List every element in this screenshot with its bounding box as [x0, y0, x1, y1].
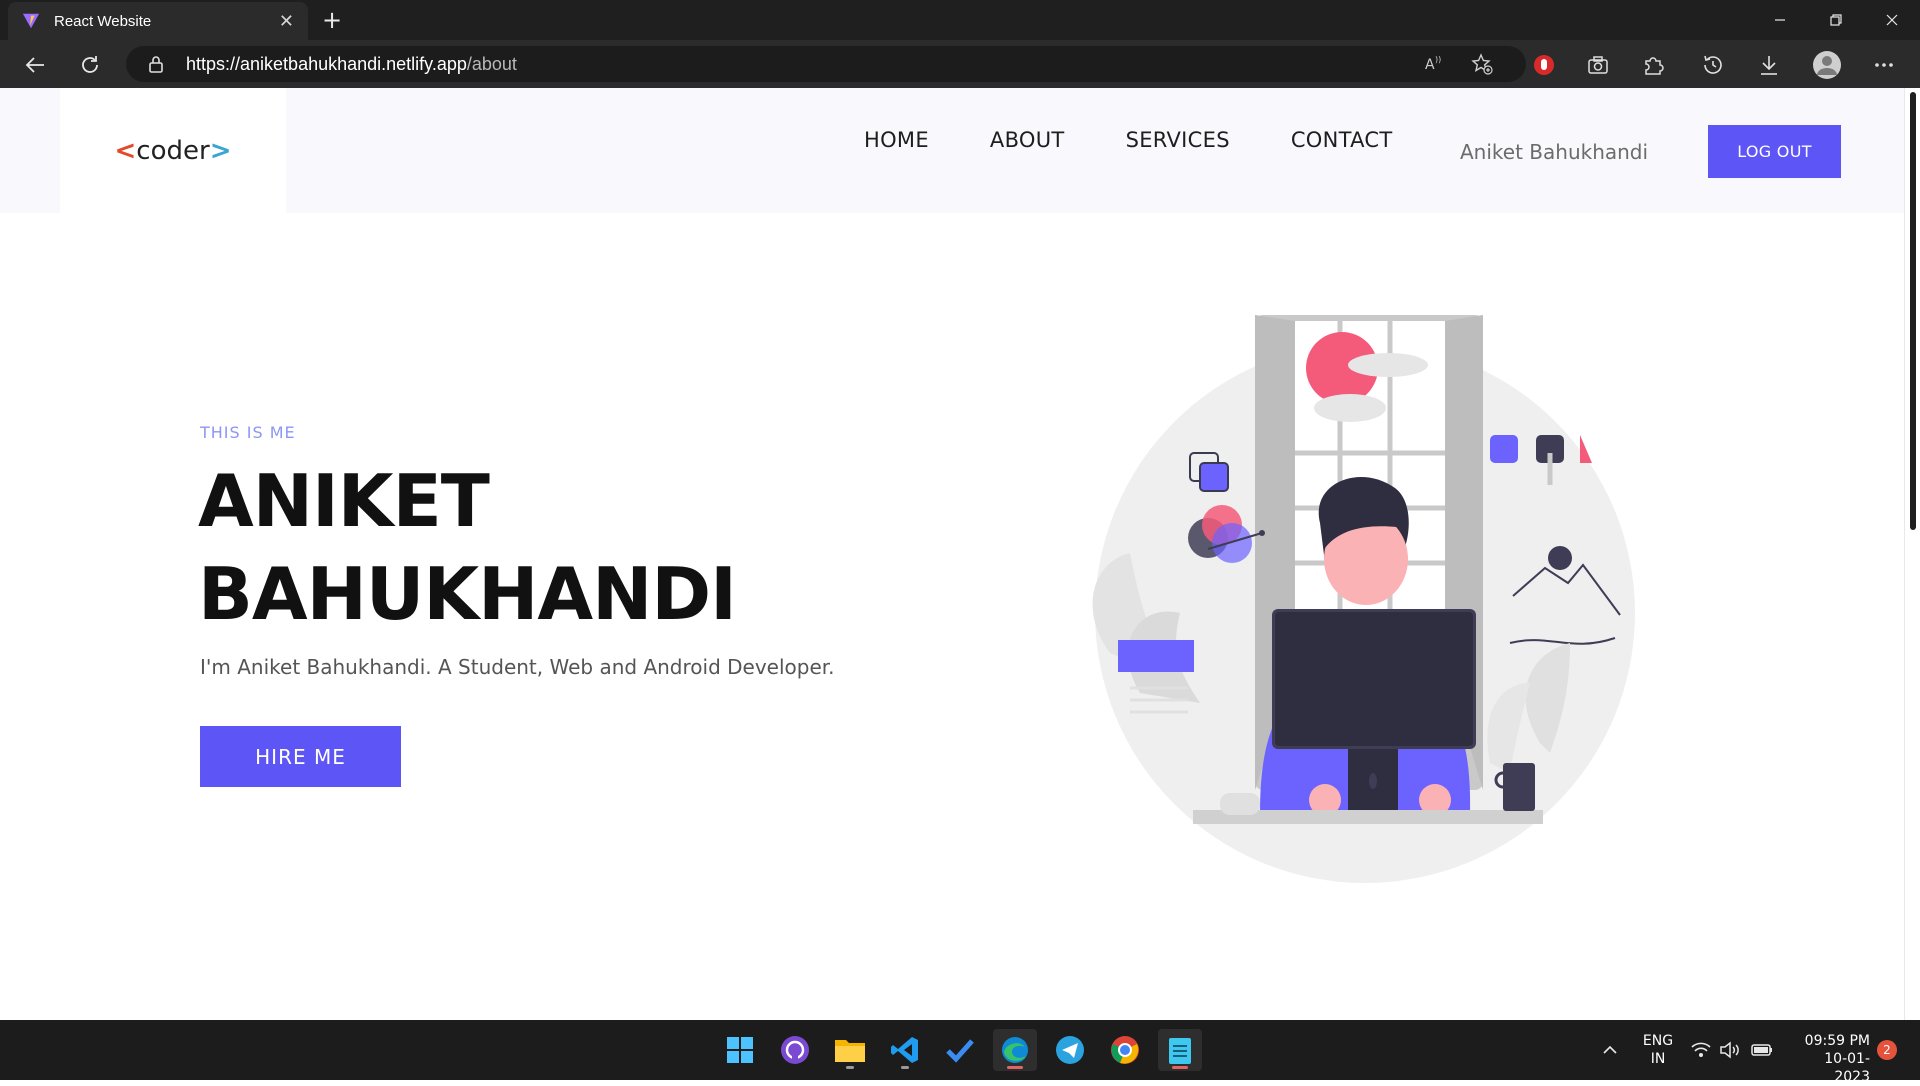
checkmark-icon	[946, 1039, 974, 1063]
more-options-icon[interactable]	[1871, 52, 1897, 78]
clock-date: 10-01-2023	[1824, 1051, 1870, 1085]
address-bar[interactable]: https://aniketbahukhandi.netlify.app/abo…	[126, 46, 1526, 82]
site-navbar: <coder> HOME ABOUT SERVICES CONTACT Anik…	[0, 88, 1904, 213]
extension-hand-icon[interactable]	[1531, 52, 1557, 78]
svg-text:)): ))	[1435, 55, 1441, 64]
active-indicator	[1172, 1066, 1188, 1069]
extensions-icon[interactable]	[1640, 52, 1666, 78]
taskbar-telegram[interactable]	[1048, 1029, 1092, 1071]
taskbar-notepad[interactable]	[1158, 1029, 1202, 1071]
taskbar-github-desktop[interactable]	[773, 1029, 817, 1071]
language-indicator[interactable]: ENG IN	[1640, 1032, 1676, 1068]
history-icon[interactable]	[1700, 52, 1726, 78]
hero-description: I'm Aniket Bahukhandi. A Student, Web an…	[200, 655, 835, 679]
url-path: /about	[466, 54, 517, 74]
clock-time: 09:59 PM	[1804, 1033, 1870, 1049]
nav-links: HOME ABOUT SERVICES CONTACT	[864, 128, 1454, 152]
start-button[interactable]	[718, 1029, 762, 1071]
read-aloud-icon[interactable]: A))	[1422, 52, 1446, 76]
taskbar-todo[interactable]	[938, 1029, 982, 1071]
chrome-icon	[1111, 1036, 1139, 1064]
nav-user-name: Aniket Bahukhandi	[1460, 140, 1649, 164]
nav-home[interactable]: HOME	[864, 128, 929, 152]
telegram-icon	[1056, 1036, 1084, 1064]
nav-about[interactable]: ABOUT	[990, 128, 1065, 152]
notepad-icon	[1169, 1038, 1191, 1064]
hero-title-line2: BAHUKHANDI	[198, 552, 737, 636]
developer-illustration	[1092, 315, 1635, 883]
logo-close-bracket: >	[209, 135, 232, 166]
svg-text:A: A	[1425, 57, 1435, 73]
browser-tab[interactable]: React Website ✕	[8, 2, 308, 40]
vscode-icon	[891, 1037, 918, 1063]
notification-badge[interactable]: 2	[1877, 1040, 1897, 1060]
show-hidden-icons[interactable]	[1600, 1020, 1620, 1080]
nav-contact[interactable]: CONTACT	[1291, 128, 1393, 152]
taskbar-file-explorer[interactable]	[828, 1029, 872, 1071]
download-icon[interactable]	[1756, 52, 1782, 78]
vite-favicon-icon	[22, 13, 40, 29]
hero-title: ANIKET BAHUKHANDI	[198, 455, 737, 641]
screenshot-icon[interactable]	[1585, 52, 1611, 78]
hero-title-line1: ANIKET	[198, 459, 490, 543]
taskbar-clock[interactable]: 09:59 PM 10-01-2023	[1792, 1032, 1870, 1086]
back-icon[interactable]	[20, 50, 50, 80]
page-scrollbar[interactable]	[1904, 88, 1920, 1020]
wifi-icon[interactable]	[1690, 1020, 1712, 1080]
hero-kicker: THIS IS ME	[200, 423, 296, 442]
new-tab-icon[interactable]: +	[318, 6, 346, 34]
page-viewport: <coder> HOME ABOUT SERVICES CONTACT Anik…	[0, 88, 1904, 1020]
hire-me-button[interactable]: HIRE ME	[200, 726, 401, 787]
logout-button[interactable]: LOG OUT	[1708, 125, 1841, 178]
add-favorite-icon[interactable]	[1470, 52, 1494, 76]
restore-icon[interactable]	[1808, 0, 1864, 40]
scrollbar-thumb[interactable]	[1910, 92, 1916, 530]
running-indicator	[846, 1066, 854, 1069]
running-indicator	[901, 1066, 909, 1069]
taskbar-chrome[interactable]	[1103, 1029, 1147, 1071]
active-indicator	[1007, 1066, 1023, 1069]
lock-icon[interactable]	[146, 54, 166, 74]
tab-close-icon[interactable]: ✕	[279, 11, 294, 32]
refresh-icon[interactable]	[75, 50, 105, 80]
window-controls	[1752, 0, 1920, 40]
url-text[interactable]: https://aniketbahukhandi.netlify.app/abo…	[186, 54, 517, 75]
folder-icon	[835, 1040, 865, 1062]
windows-logo-icon	[727, 1037, 753, 1063]
language-code: ENG	[1642, 1033, 1674, 1049]
github-desktop-icon	[781, 1036, 809, 1064]
edge-browser-icon	[1002, 1037, 1028, 1063]
logo-open-bracket: <	[114, 135, 137, 166]
chevron-up-icon	[1603, 1045, 1617, 1054]
taskbar-vscode[interactable]	[883, 1029, 927, 1071]
tab-title: React Website	[54, 12, 152, 30]
logo-container[interactable]: <coder>	[60, 88, 286, 213]
windows-taskbar: ENG IN 09:59 PM 10-01-2023 2	[0, 1020, 1920, 1085]
region-code: IN	[1650, 1051, 1666, 1067]
browser-toolbar: https://aniketbahukhandi.netlify.app/abo…	[0, 40, 1920, 88]
profile-avatar-icon[interactable]	[1812, 50, 1842, 80]
close-window-icon[interactable]	[1864, 0, 1920, 40]
volume-icon[interactable]	[1719, 1020, 1741, 1080]
site-logo[interactable]: <coder>	[115, 136, 232, 166]
minimize-icon[interactable]	[1752, 0, 1808, 40]
browser-titlebar: React Website ✕ +	[0, 0, 1920, 40]
url-host: https://aniketbahukhandi.netlify.app	[186, 54, 467, 74]
logo-text: coder	[136, 135, 210, 166]
taskbar-edge[interactable]	[993, 1029, 1037, 1071]
nav-services[interactable]: SERVICES	[1126, 128, 1230, 152]
battery-icon[interactable]	[1750, 1020, 1774, 1080]
